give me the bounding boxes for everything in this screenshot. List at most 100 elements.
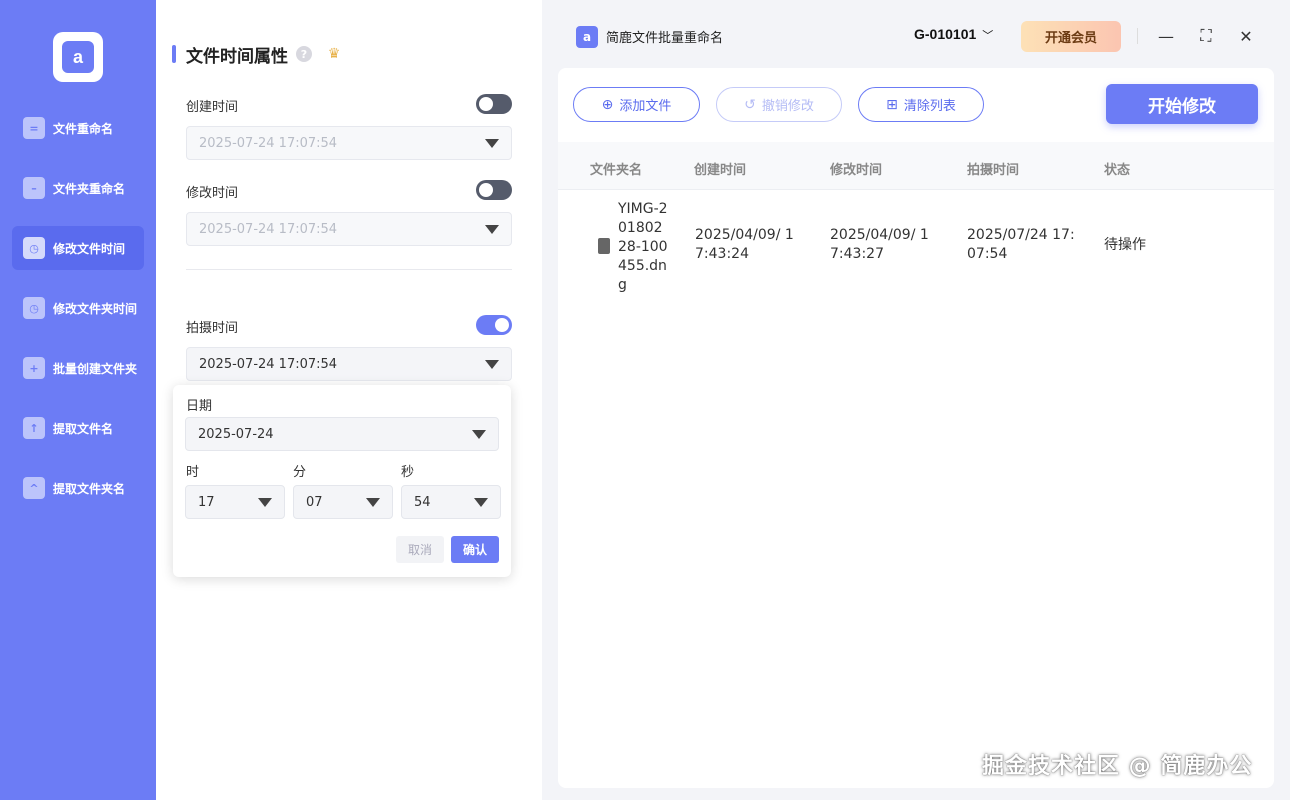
sidebar-item-extract-foldername[interactable]: ^ 提取文件夹名 bbox=[12, 466, 144, 510]
minimize-icon[interactable]: — bbox=[1154, 24, 1178, 48]
maximize-icon[interactable]: ⛶ bbox=[1194, 24, 1218, 48]
caret-down-icon bbox=[485, 360, 499, 369]
caret-down-icon bbox=[485, 139, 499, 148]
column-header: 文件夹名 bbox=[590, 163, 643, 178]
undo-label: 撤销修改 bbox=[761, 99, 814, 114]
basket-icon: ⊞ bbox=[886, 96, 898, 113]
undo-button[interactable]: ↺ 撤销修改 bbox=[716, 87, 842, 122]
second-value: 54 bbox=[414, 494, 431, 510]
cell-modified: 2025/04/09/ 17:43:27 bbox=[830, 227, 929, 262]
captured-time-value: 2025-07-24 17:07:54 bbox=[199, 356, 338, 372]
sidebar-item-label: 提取文件名 bbox=[53, 421, 114, 436]
divider bbox=[186, 269, 512, 270]
sidebar-item-label: 文件夹重命名 bbox=[53, 181, 126, 196]
date-value: 2025-07-24 bbox=[198, 426, 274, 442]
titlebar: a 简鹿文件批量重命名 G-010101 ﹀ 开通会员 — ⛶ ✕ bbox=[542, 0, 1290, 68]
sidebar-item-folder-rename[interactable]: – 文件夹重命名 bbox=[12, 166, 144, 210]
toggle-knob bbox=[479, 183, 493, 197]
toggle-knob bbox=[495, 318, 509, 332]
section-title: 文件时间属性 ? ♛ bbox=[172, 42, 344, 67]
chevron-down-icon: ﹀ bbox=[982, 30, 994, 42]
table-header: 文件夹名 创建时间 修改时间 拍摄时间 状态 bbox=[558, 142, 1274, 190]
add-file-button[interactable]: ⊕ 添加文件 bbox=[573, 87, 700, 122]
sidebar-item-label: 批量创建文件夹 bbox=[53, 361, 138, 376]
sidebar-item-label: 文件重命名 bbox=[53, 121, 114, 136]
account-dropdown[interactable]: G-010101 ﹀ bbox=[914, 26, 993, 43]
cell-captured: 2025/07/24 17:07:54 bbox=[967, 227, 1075, 262]
minute-label: 分 bbox=[293, 465, 307, 480]
captured-time-toggle[interactable] bbox=[476, 315, 512, 335]
cell-status: 待操作 bbox=[1104, 237, 1146, 253]
captured-time-label: 拍摄时间 bbox=[186, 321, 239, 336]
minute-value: 07 bbox=[306, 494, 323, 510]
sidebar-item-file-rename[interactable]: = 文件重命名 bbox=[12, 106, 144, 150]
upload-folder-icon: ^ bbox=[23, 477, 45, 499]
table-row[interactable]: YIMG-20180228-100455.dng 2025/04/09/ 17:… bbox=[558, 190, 1274, 302]
column-header: 状态 bbox=[1104, 163, 1131, 178]
caret-down-icon bbox=[366, 498, 380, 507]
hour-label: 时 bbox=[186, 465, 200, 480]
section-title-text: 文件时间属性 bbox=[186, 46, 288, 67]
vip-button[interactable]: 开通会员 bbox=[1021, 21, 1121, 52]
app-logo-icon: a bbox=[576, 26, 598, 48]
modified-time-label: 修改时间 bbox=[186, 186, 239, 201]
app-logo: a bbox=[53, 32, 103, 82]
logo-mark-icon: a bbox=[62, 41, 94, 73]
doc-icon: = bbox=[23, 117, 45, 139]
created-time-value: 2025-07-24 17:07:54 bbox=[199, 135, 338, 151]
folder-add-icon: + bbox=[23, 357, 45, 379]
cell-created: 2025/04/09/ 17:43:24 bbox=[695, 227, 794, 262]
sidebar-item-batch-create-folder[interactable]: + 批量创建文件夹 bbox=[12, 346, 144, 390]
second-select[interactable]: 54 bbox=[401, 485, 501, 519]
clear-list-label: 清除列表 bbox=[903, 99, 956, 114]
clock-folder-icon: ◷ bbox=[23, 297, 45, 319]
datetime-picker-popover: 日期 2025-07-24 时 分 秒 17 07 54 取消 确认 bbox=[173, 385, 511, 577]
app-title: 简鹿文件批量重命名 bbox=[606, 31, 724, 46]
column-header: 修改时间 bbox=[830, 163, 883, 178]
help-icon[interactable]: ? bbox=[296, 46, 312, 62]
file-icon bbox=[598, 238, 610, 254]
vip-crown-icon: ♛ bbox=[327, 46, 341, 62]
upload-doc-icon: ↑ bbox=[23, 417, 45, 439]
created-time-select[interactable]: 2025-07-24 17:07:54 bbox=[186, 126, 512, 160]
second-label: 秒 bbox=[401, 465, 415, 480]
start-modify-button[interactable]: 开始修改 bbox=[1106, 84, 1258, 124]
caret-down-icon bbox=[472, 430, 486, 439]
date-select[interactable]: 2025-07-24 bbox=[185, 417, 499, 451]
sidebar-item-label: 提取文件夹名 bbox=[53, 481, 126, 496]
date-label: 日期 bbox=[186, 399, 213, 414]
caret-down-icon bbox=[474, 498, 488, 507]
cancel-button[interactable]: 取消 bbox=[396, 536, 444, 563]
add-file-icon: ⊕ bbox=[601, 96, 614, 113]
sidebar-item-extract-filename[interactable]: ↑ 提取文件名 bbox=[12, 406, 144, 450]
column-header: 创建时间 bbox=[694, 163, 747, 178]
sidebar-item-label: 修改文件夹时间 bbox=[53, 301, 138, 316]
hour-select[interactable]: 17 bbox=[185, 485, 285, 519]
clear-list-button[interactable]: ⊞ 清除列表 bbox=[858, 87, 984, 122]
sidebar-item-modify-file-time[interactable]: ◷ 修改文件时间 bbox=[12, 226, 144, 270]
sidebar-item-label: 修改文件时间 bbox=[53, 241, 126, 256]
file-list-panel: ⊕ 添加文件 ↺ 撤销修改 ⊞ 清除列表 开始修改 文件夹名 创建时间 修改时间… bbox=[558, 68, 1274, 788]
hour-value: 17 bbox=[198, 494, 215, 510]
toggle-knob bbox=[479, 97, 493, 111]
sidebar-item-modify-folder-time[interactable]: ◷ 修改文件夹时间 bbox=[12, 286, 144, 330]
sidebar: a = 文件重命名 – 文件夹重命名 ◷ 修改文件时间 ◷ 修改文件夹时间 + … bbox=[0, 0, 156, 800]
folder-icon: – bbox=[23, 177, 45, 199]
watermark: 掘金技术社区 @ 简鹿办公 bbox=[982, 754, 1253, 779]
captured-time-select[interactable]: 2025-07-24 17:07:54 bbox=[186, 347, 512, 381]
minute-select[interactable]: 07 bbox=[293, 485, 393, 519]
modified-time-select[interactable]: 2025-07-24 17:07:54 bbox=[186, 212, 512, 246]
modified-time-value: 2025-07-24 17:07:54 bbox=[199, 221, 338, 237]
modified-time-toggle[interactable] bbox=[476, 180, 512, 200]
divider bbox=[1137, 28, 1138, 44]
undo-icon: ↺ bbox=[744, 96, 756, 113]
close-icon[interactable]: ✕ bbox=[1234, 24, 1258, 48]
created-time-label: 创建时间 bbox=[186, 100, 239, 115]
created-time-toggle[interactable] bbox=[476, 94, 512, 114]
account-id: G-010101 bbox=[914, 26, 977, 42]
clock-doc-icon: ◷ bbox=[23, 237, 45, 259]
add-file-label: 添加文件 bbox=[619, 99, 672, 114]
cell-filename: YIMG-20180228-100455.dng bbox=[618, 201, 668, 293]
column-header: 拍摄时间 bbox=[967, 163, 1020, 178]
confirm-button[interactable]: 确认 bbox=[451, 536, 499, 563]
